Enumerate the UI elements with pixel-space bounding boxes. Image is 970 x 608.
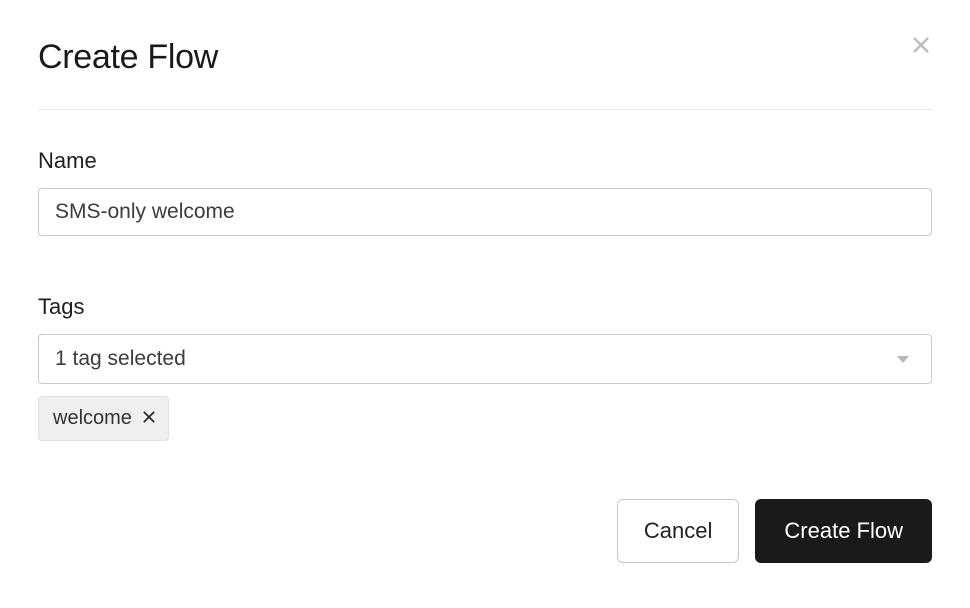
tags-select-value: 1 tag selected: [55, 347, 186, 371]
modal-footer: Cancel Create Flow: [38, 499, 932, 563]
tags-field-group: Tags 1 tag selected welcome: [38, 294, 932, 441]
close-icon: [910, 34, 932, 59]
create-flow-button[interactable]: Create Flow: [755, 499, 932, 563]
tag-chip-list: welcome: [38, 396, 932, 441]
cancel-button[interactable]: Cancel: [617, 499, 739, 563]
create-flow-modal: Create Flow Name Tags 1 tag selected wel…: [0, 0, 970, 563]
name-input[interactable]: [38, 188, 932, 236]
tags-select[interactable]: 1 tag selected: [38, 334, 932, 384]
tag-remove-button[interactable]: [142, 410, 156, 427]
name-field-group: Name: [38, 148, 932, 236]
name-label: Name: [38, 148, 932, 174]
modal-title: Create Flow: [38, 38, 218, 77]
tag-chip: welcome: [38, 396, 169, 441]
close-icon: [142, 410, 156, 427]
close-button[interactable]: [906, 30, 936, 63]
chevron-down-icon: [897, 356, 909, 363]
tag-chip-label: welcome: [53, 407, 132, 430]
modal-header: Create Flow: [38, 38, 932, 110]
tags-label: Tags: [38, 294, 932, 320]
